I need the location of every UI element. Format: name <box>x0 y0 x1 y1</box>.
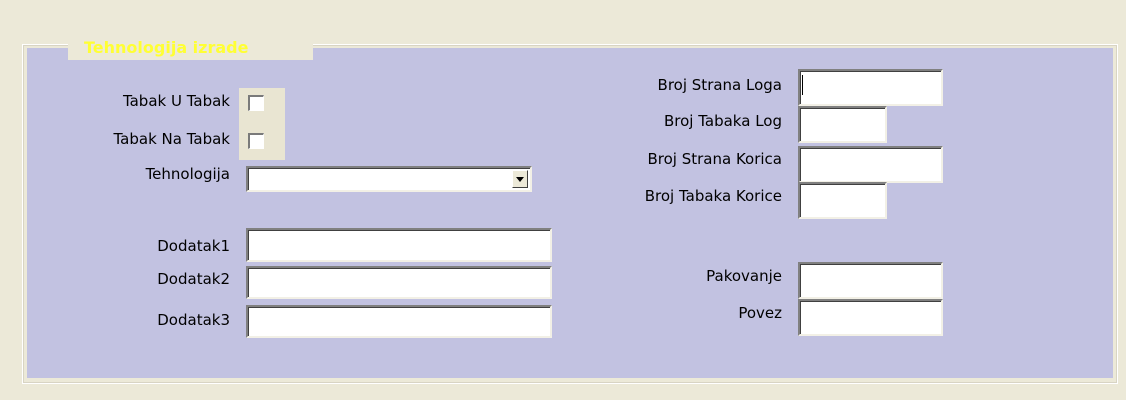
dodatak2-field[interactable] <box>246 266 552 299</box>
povez-label: Povez <box>738 304 782 322</box>
dodatak3-field[interactable] <box>246 305 552 338</box>
tabak-na-tabak-label: Tabak Na Tabak <box>113 130 231 148</box>
dodatak1-field[interactable] <box>246 228 552 262</box>
group-legend: Tehnologija izrade <box>84 38 249 57</box>
povez-field[interactable] <box>798 299 943 336</box>
tabak-u-tabak-checkbox[interactable] <box>248 95 264 111</box>
broj-strana-korica-field[interactable] <box>798 146 943 183</box>
broj-tabaka-korice-label: Broj Tabaka Korice <box>644 187 782 205</box>
pakovanje-label: Pakovanje <box>706 267 782 285</box>
broj-strana-loga-label: Broj Strana Loga <box>657 76 782 94</box>
form-window: Tehnologija izrade Tabak U Tabak Tabak N… <box>0 0 1126 400</box>
broj-tabaka-log-field[interactable] <box>798 106 887 143</box>
dodatak3-label: Dodatak3 <box>157 311 230 329</box>
pakovanje-field[interactable] <box>798 262 943 299</box>
chevron-down-icon <box>516 176 524 182</box>
broj-tabaka-korice-field[interactable] <box>798 182 887 219</box>
tabak-na-tabak-checkbox[interactable] <box>248 133 264 149</box>
tehnologija-dropdown-button[interactable] <box>512 170 528 188</box>
broj-strana-loga-field[interactable] <box>798 69 943 106</box>
broj-strana-korica-label: Broj Strana Korica <box>647 150 782 168</box>
broj-tabaka-log-label: Broj Tabaka Log <box>663 112 782 130</box>
tabak-u-tabak-label: Tabak U Tabak <box>122 92 230 110</box>
tehnologija-select[interactable] <box>246 166 532 192</box>
dodatak1-label: Dodatak1 <box>157 237 230 255</box>
dodatak2-label: Dodatak2 <box>157 270 230 288</box>
tehnologija-label: Tehnologija <box>145 165 230 183</box>
